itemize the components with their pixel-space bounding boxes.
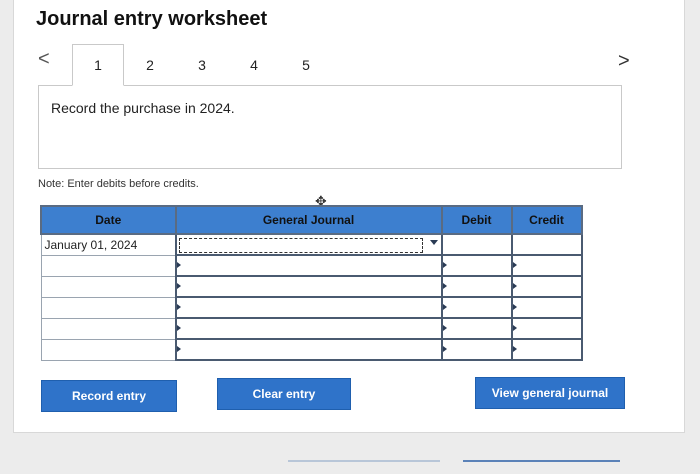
- debit-input[interactable]: [440, 338, 513, 361]
- row-marker-icon: [176, 304, 181, 310]
- tab-3[interactable]: 3: [176, 44, 228, 86]
- row-marker-icon: [176, 325, 181, 331]
- debit-header: Debit: [440, 205, 513, 235]
- row-marker-icon: [176, 346, 181, 352]
- date-cell[interactable]: [40, 296, 176, 319]
- row-marker-icon: [442, 283, 447, 289]
- page-title: Journal entry worksheet: [36, 8, 268, 30]
- dropdown-arrow-icon[interactable]: [429, 240, 438, 245]
- debit-input[interactable]: [440, 296, 513, 319]
- date-cell[interactable]: January 01, 2024: [40, 233, 176, 256]
- credit-input[interactable]: [510, 275, 583, 298]
- footer-divider: [288, 460, 440, 462]
- row-marker-icon: [512, 346, 517, 352]
- row-marker-icon: [512, 262, 517, 268]
- credit-header: Credit: [510, 205, 583, 235]
- tab-4[interactable]: 4: [228, 44, 280, 86]
- account-select[interactable]: [174, 233, 443, 256]
- credit-input[interactable]: [510, 317, 583, 340]
- note-text: Note: Enter debits before credits.: [38, 178, 199, 190]
- table-row: January 01, 2024: [40, 233, 583, 256]
- table-row: [40, 338, 583, 361]
- table-row: [40, 296, 583, 319]
- footer-divider: [463, 460, 620, 462]
- focus-outline: [178, 238, 423, 253]
- date-header: Date: [40, 205, 177, 235]
- instruction-text: Record the purchase in 2024.: [51, 100, 235, 116]
- row-marker-icon: [442, 304, 447, 310]
- account-select[interactable]: [174, 317, 443, 340]
- clear-entry-button[interactable]: Clear entry: [217, 378, 351, 410]
- date-cell[interactable]: [40, 254, 176, 277]
- credit-input[interactable]: [510, 296, 583, 319]
- account-select[interactable]: [174, 296, 443, 319]
- date-cell[interactable]: [40, 275, 176, 298]
- credit-input[interactable]: [510, 338, 583, 361]
- row-marker-icon: [442, 262, 447, 268]
- table-row: [40, 275, 583, 298]
- row-marker-icon: [512, 325, 517, 331]
- date-cell[interactable]: [40, 317, 176, 340]
- row-marker-icon: [442, 346, 447, 352]
- row-marker-icon: [512, 304, 517, 310]
- date-cell[interactable]: [40, 338, 176, 361]
- debit-input[interactable]: [440, 254, 513, 277]
- account-select[interactable]: [174, 254, 443, 277]
- table-row: [40, 254, 583, 277]
- tab-2[interactable]: 2: [124, 44, 176, 86]
- credit-input[interactable]: [510, 233, 583, 256]
- next-arrow-icon[interactable]: >: [618, 50, 630, 73]
- table-header-row: Date General Journal Debit Credit: [40, 205, 583, 235]
- row-marker-icon: [176, 283, 181, 289]
- view-general-journal-button[interactable]: View general journal: [475, 377, 625, 409]
- journal-table: Date General Journal Debit Credit Januar…: [40, 205, 583, 361]
- account-select[interactable]: [174, 338, 443, 361]
- account-select[interactable]: [174, 275, 443, 298]
- record-entry-button[interactable]: Record entry: [41, 380, 177, 412]
- instruction-box: Record the purchase in 2024.: [38, 85, 622, 169]
- tab-5[interactable]: 5: [280, 44, 332, 86]
- entry-tabs: 1 2 3 4 5: [72, 44, 332, 86]
- debit-input[interactable]: [440, 317, 513, 340]
- row-marker-icon: [442, 325, 447, 331]
- debit-input[interactable]: [440, 233, 513, 256]
- general-journal-header: General Journal: [174, 205, 443, 235]
- tab-1[interactable]: 1: [72, 44, 124, 86]
- table-row: [40, 317, 583, 340]
- row-marker-icon: [512, 283, 517, 289]
- credit-input[interactable]: [510, 254, 583, 277]
- row-marker-icon: [176, 262, 181, 268]
- previous-arrow-icon[interactable]: <: [38, 48, 50, 71]
- debit-input[interactable]: [440, 275, 513, 298]
